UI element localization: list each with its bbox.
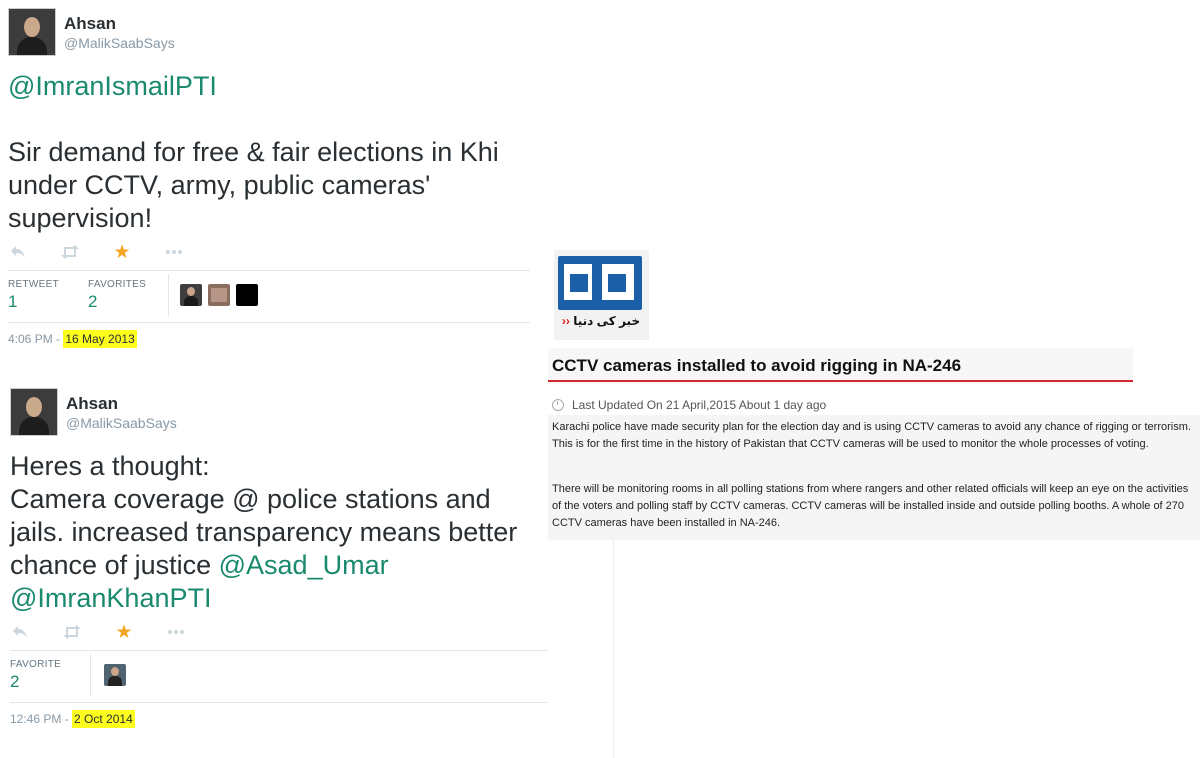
- author-handle[interactable]: @MalikSaabSays: [64, 35, 175, 51]
- tweet-time: 12:46 PM -: [10, 712, 73, 726]
- clock-icon: [552, 399, 564, 411]
- mention-link[interactable]: @ImranKhanPTI: [10, 583, 212, 613]
- author-name[interactable]: Ahsan: [66, 394, 118, 414]
- retweet-icon[interactable]: [60, 242, 80, 262]
- news-article-panel: ›› خبر کی دنیا CCTV cameras installed to…: [548, 250, 1200, 758]
- tweet-date-highlighted: 16 May 2013: [63, 330, 137, 348]
- retweet-count[interactable]: 1: [8, 292, 17, 312]
- divider: [613, 540, 614, 758]
- divider: [10, 650, 548, 651]
- avatar[interactable]: [10, 388, 58, 436]
- divider: [168, 274, 169, 316]
- favorite-star-icon[interactable]: ★: [114, 622, 134, 643]
- tweet-text: @ImranIsmailPTI: [8, 70, 528, 103]
- author-name[interactable]: Ahsan: [64, 14, 116, 34]
- mention-link[interactable]: @Asad_Umar: [219, 550, 389, 580]
- favorite-count-label: FAVORITE: [10, 659, 62, 670]
- favorite-count[interactable]: 2: [10, 672, 19, 692]
- tweet-timestamp[interactable]: 12:46 PM - 2 Oct 2014: [10, 710, 135, 728]
- last-updated-text: Last Updated On 21 April,2015 About 1 da…: [572, 398, 827, 412]
- favoriter-avatar[interactable]: [180, 284, 202, 306]
- favoriter-avatar[interactable]: [236, 284, 258, 306]
- reply-icon[interactable]: [8, 242, 28, 262]
- tweet-card-2: Ahsan @MalikSaabSays Heres a thought: Ca…: [0, 382, 550, 758]
- tweet-card-1: Ahsan @MalikSaabSays @ImranIsmailPTI Sir…: [0, 0, 532, 360]
- retweet-count-label: RETWEET: [8, 279, 59, 290]
- news-logo-urdu: ›› خبر کی دنیا: [561, 314, 641, 328]
- favoriter-avatar[interactable]: [104, 664, 126, 686]
- tweet-date-highlighted: 2 Oct 2014: [72, 710, 135, 728]
- last-updated: Last Updated On 21 April,2015 About 1 da…: [552, 398, 826, 412]
- tweet-actions: ★: [8, 242, 216, 263]
- headline-underline: [548, 380, 1133, 382]
- favorites-count-label: FAVORITES: [88, 279, 147, 290]
- divider: [8, 322, 530, 323]
- more-icon[interactable]: [166, 622, 186, 642]
- news-logo-mark: [558, 256, 642, 310]
- tweet-text-line1: Heres a thought:: [10, 451, 210, 481]
- article-paragraph: Karachi police have made security plan f…: [552, 421, 1191, 450]
- tweet-timestamp[interactable]: 4:06 PM - 16 May 2013: [8, 330, 137, 348]
- mention-link[interactable]: @ImranIsmailPTI: [8, 71, 217, 101]
- tweet-time: 4:06 PM -: [8, 332, 64, 346]
- divider: [90, 654, 91, 696]
- article-headline[interactable]: CCTV cameras installed to avoid rigging …: [552, 356, 961, 376]
- article-paragraph: There will be monitoring rooms in all po…: [552, 483, 1189, 529]
- more-icon[interactable]: [164, 242, 184, 262]
- favorites-count[interactable]: 2: [88, 292, 97, 312]
- tweet-actions: ★: [10, 622, 218, 643]
- avatar[interactable]: [8, 8, 56, 56]
- favoriter-avatar[interactable]: [208, 284, 230, 306]
- tweet-text-body: Camera coverage @ police stations and ja…: [10, 483, 545, 615]
- reply-icon[interactable]: [10, 622, 30, 642]
- news-logo[interactable]: ›› خبر کی دنیا: [554, 250, 649, 340]
- retweet-icon[interactable]: [62, 622, 82, 642]
- divider: [10, 702, 548, 703]
- favorite-star-icon[interactable]: ★: [112, 242, 132, 263]
- divider: [8, 270, 530, 271]
- author-handle[interactable]: @MalikSaabSays: [66, 415, 177, 431]
- tweet-body: Sir demand for free & fair elections in …: [8, 137, 507, 233]
